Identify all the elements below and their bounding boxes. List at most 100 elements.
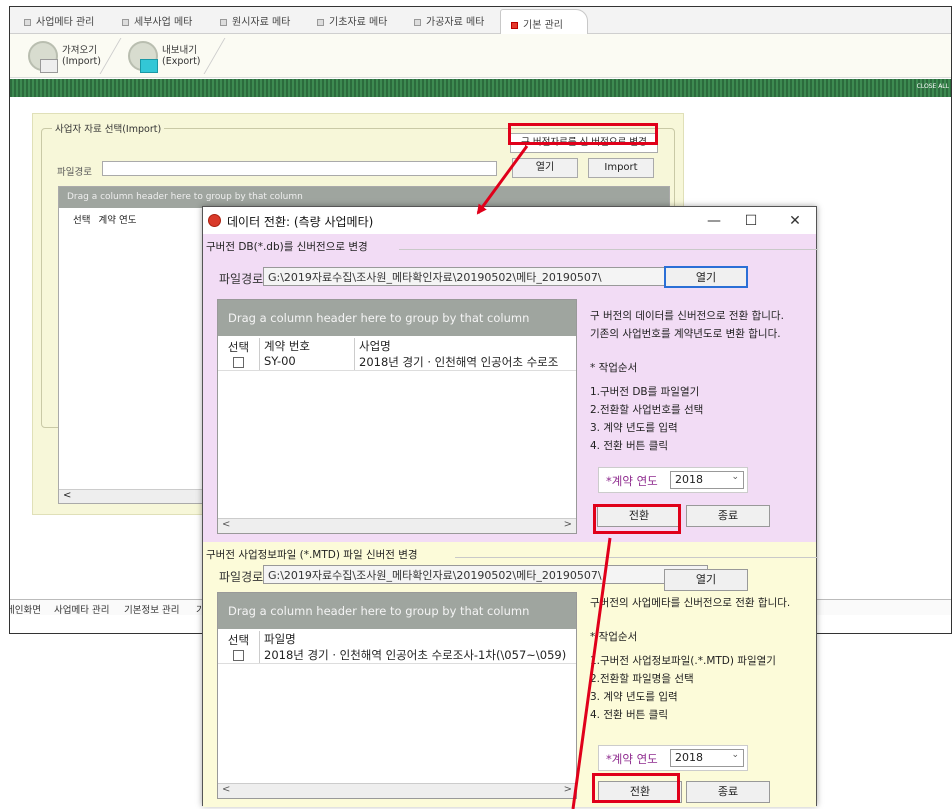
mtd-conversion-section: 구버전 사업정보파일 (*.MTD) 파일 신버전 변경 파일경로 G:\201… bbox=[203, 542, 818, 807]
toolbar: 가져오기 (Import) 내보내기 (Export) bbox=[10, 34, 951, 78]
top-tab-bar: 사업메타 관리 세부사업 메타 원시자료 메타 기초자료 메타 가공자료 메타 … bbox=[10, 7, 951, 35]
scroll-left-arrow-icon[interactable]: < bbox=[222, 519, 230, 530]
section1-info: 구 버전의 데이터를 신버전으로 전환 합니다. 기존의 사업번호를 계약년도로… bbox=[590, 307, 784, 455]
scroll-left-arrow-icon[interactable]: < bbox=[222, 784, 230, 795]
steps-title: * 작업순서 bbox=[590, 631, 638, 643]
section1-grid[interactable]: Drag a column header here to group by th… bbox=[217, 299, 577, 534]
import-toolbar-label: 가져오기 (Import) bbox=[62, 45, 101, 67]
section1-horizontal-scrollbar[interactable]: < > bbox=[218, 518, 576, 533]
row-checkbox[interactable] bbox=[233, 357, 244, 368]
section2-horizontal-scrollbar[interactable]: < > bbox=[218, 783, 576, 798]
export-toolbar-button[interactable]: 내보내기 (Export) bbox=[128, 38, 201, 74]
app-icon bbox=[208, 214, 221, 227]
row-checkbox[interactable] bbox=[233, 650, 244, 661]
import-section-title: 사업자 자료 선택(Import) bbox=[52, 121, 165, 135]
section1-convert-button[interactable]: 전환 bbox=[597, 505, 681, 527]
column-header-business-name[interactable]: 사업명 bbox=[355, 338, 576, 354]
section2-open-button[interactable]: 열기 bbox=[664, 569, 748, 591]
table-row[interactable]: SY-00 2018년 경기 · 인천해역 인공어초 수로조 bbox=[218, 354, 576, 371]
tab-basic-management[interactable]: 기본 관리 bbox=[500, 9, 588, 35]
scroll-right-arrow-icon[interactable]: > bbox=[564, 519, 572, 530]
tab-business-meta[interactable]: 사업메타 관리 bbox=[24, 13, 94, 31]
contract-year-value: 2018 bbox=[675, 751, 703, 764]
column-header-year[interactable]: 계약 연도 bbox=[99, 215, 137, 226]
maximize-button[interactable]: ☐ bbox=[736, 210, 766, 232]
tab-raw-data-meta[interactable]: 원시자료 메타 bbox=[220, 13, 290, 31]
tab-icon bbox=[122, 18, 129, 26]
open-button[interactable]: 열기 bbox=[512, 158, 578, 178]
scroll-right-arrow-icon[interactable]: > bbox=[564, 784, 572, 795]
export-sublabel: (Export) bbox=[162, 56, 201, 67]
gear-import-icon bbox=[28, 41, 58, 73]
bottom-tab-main[interactable]: 메인화면 bbox=[10, 602, 41, 616]
section2-grid[interactable]: Drag a column header here to group by th… bbox=[217, 592, 577, 799]
section1-file-path-input[interactable]: G:\2019자료수집\조사원_메타확인자료\20190502\메타_20190… bbox=[263, 267, 708, 286]
section1-file-path-label: 파일경로 bbox=[219, 272, 264, 286]
tab-processed-data-meta[interactable]: 가공자료 메타 bbox=[414, 13, 484, 31]
section1-grid-header: 선택 계약 번호 사업명 bbox=[218, 336, 576, 354]
contract-year-value: 2018 bbox=[675, 473, 703, 486]
tab-detail-business-meta[interactable]: 세부사업 메타 bbox=[122, 13, 192, 31]
tab-basic-data-meta[interactable]: 기초자료 메타 bbox=[317, 13, 387, 31]
import-toolbar-button[interactable]: 가져오기 (Import) bbox=[28, 38, 101, 74]
close-all-button[interactable]: CLOSE ALL bbox=[917, 83, 949, 90]
column-header-select[interactable]: 선택 bbox=[218, 631, 260, 647]
minimize-button[interactable]: — bbox=[699, 210, 729, 232]
section2-file-path-input[interactable]: G:\2019자료수집\조사원_메타확인자료\20190502\메타_20190… bbox=[263, 565, 708, 584]
dialog-title: 데이터 전환: (측량 사업메타) bbox=[227, 215, 374, 229]
info-line: 구 버전의 데이터를 신버전으로 전환 합니다. bbox=[590, 310, 784, 322]
section2-convert-button[interactable]: 전환 bbox=[598, 781, 682, 803]
step-line: 3. 계약 년도를 입력 bbox=[590, 691, 678, 703]
contract-year-select[interactable]: 2018 ⌄ bbox=[670, 749, 744, 767]
section2-info: 구버전의 사업메타를 신버전으로 전환 합니다. * 작업순서 1.구버전 사업… bbox=[590, 594, 790, 724]
data-conversion-dialog: 데이터 전환: (측량 사업메타) — ☐ ✕ 구버전 DB(*.db)를 신버… bbox=[202, 206, 818, 807]
info-line: 기존의 사업번호를 계약년도로 변환 합니다. bbox=[590, 328, 781, 340]
step-line: 2.전환할 사업번호를 선택 bbox=[590, 404, 704, 416]
info-line: 구버전의 사업메타를 신버전으로 전환 합니다. bbox=[590, 597, 791, 609]
tab-icon bbox=[220, 18, 227, 26]
section2-grid-group-panel: Drag a column header here to group by th… bbox=[218, 593, 576, 629]
step-line: 2.전환할 파일명을 선택 bbox=[590, 673, 694, 685]
section1-exit-button[interactable]: 종료 bbox=[686, 505, 770, 527]
bottom-tab-basic-info[interactable]: 기본정보 관리 bbox=[124, 602, 179, 616]
section2-exit-button[interactable]: 종료 bbox=[686, 781, 770, 803]
column-header-select[interactable]: 선택 bbox=[73, 215, 90, 226]
tab-label: 가공자료 메타 bbox=[426, 17, 485, 28]
steps-title: * 작업순서 bbox=[590, 362, 638, 374]
row-select-cell bbox=[218, 647, 260, 663]
tab-label: 기본 관리 bbox=[523, 20, 563, 31]
section1-open-button[interactable]: 열기 bbox=[664, 266, 748, 288]
row-file-name: 2018년 경기 · 인천해역 인공어초 수로조사-1차(\057~\059) bbox=[264, 648, 567, 662]
section2-year-row: *계약 연도 2018 ⌄ bbox=[598, 745, 748, 771]
step-line: 1.구버전 사업정보파일(.*.MTD) 파일열기 bbox=[590, 655, 776, 667]
bottom-tab-business-meta[interactable]: 사업메타 관리 bbox=[54, 602, 109, 616]
tab-icon bbox=[414, 18, 421, 26]
step-line: 1.구버전 DB를 파일열기 bbox=[590, 386, 700, 398]
column-header-contract-no[interactable]: 계약 번호 bbox=[260, 338, 355, 354]
export-label: 내보내기 bbox=[162, 45, 197, 56]
section2-divider bbox=[455, 557, 818, 558]
tab-icon bbox=[24, 18, 31, 26]
import-label: 가져오기 bbox=[62, 45, 97, 56]
content-header-bar: CLOSE ALL bbox=[10, 79, 951, 97]
export-toolbar-label: 내보내기 (Export) bbox=[162, 45, 201, 67]
close-button[interactable]: ✕ bbox=[780, 210, 810, 232]
toolbar-separator bbox=[203, 38, 226, 74]
section1-grid-group-panel: Drag a column header here to group by th… bbox=[218, 300, 576, 336]
import-button[interactable]: Import bbox=[588, 158, 654, 178]
step-line: 4. 전환 버튼 클릭 bbox=[590, 440, 668, 452]
table-row[interactable]: 2018년 경기 · 인천해역 인공어초 수로조사-1차(\057~\059) bbox=[218, 647, 576, 664]
gear-export-icon bbox=[128, 41, 158, 73]
convert-old-version-button[interactable]: 구 버전자료를 신 버전으로 변경 bbox=[510, 133, 658, 153]
row-select-cell bbox=[218, 354, 260, 370]
contract-year-label: *계약 연도 bbox=[606, 474, 658, 488]
contract-year-select[interactable]: 2018 ⌄ bbox=[670, 471, 744, 489]
column-header-file-name[interactable]: 파일명 bbox=[260, 631, 576, 647]
file-path-input[interactable] bbox=[102, 161, 497, 176]
tab-label: 세부사업 메타 bbox=[134, 17, 193, 28]
section2-grid-header: 선택 파일명 bbox=[218, 629, 576, 647]
toolbar-separator bbox=[99, 38, 122, 74]
column-header-select[interactable]: 선택 bbox=[218, 338, 260, 354]
tab-label: 기초자료 메타 bbox=[329, 17, 388, 28]
contract-year-label: *계약 연도 bbox=[606, 752, 658, 766]
